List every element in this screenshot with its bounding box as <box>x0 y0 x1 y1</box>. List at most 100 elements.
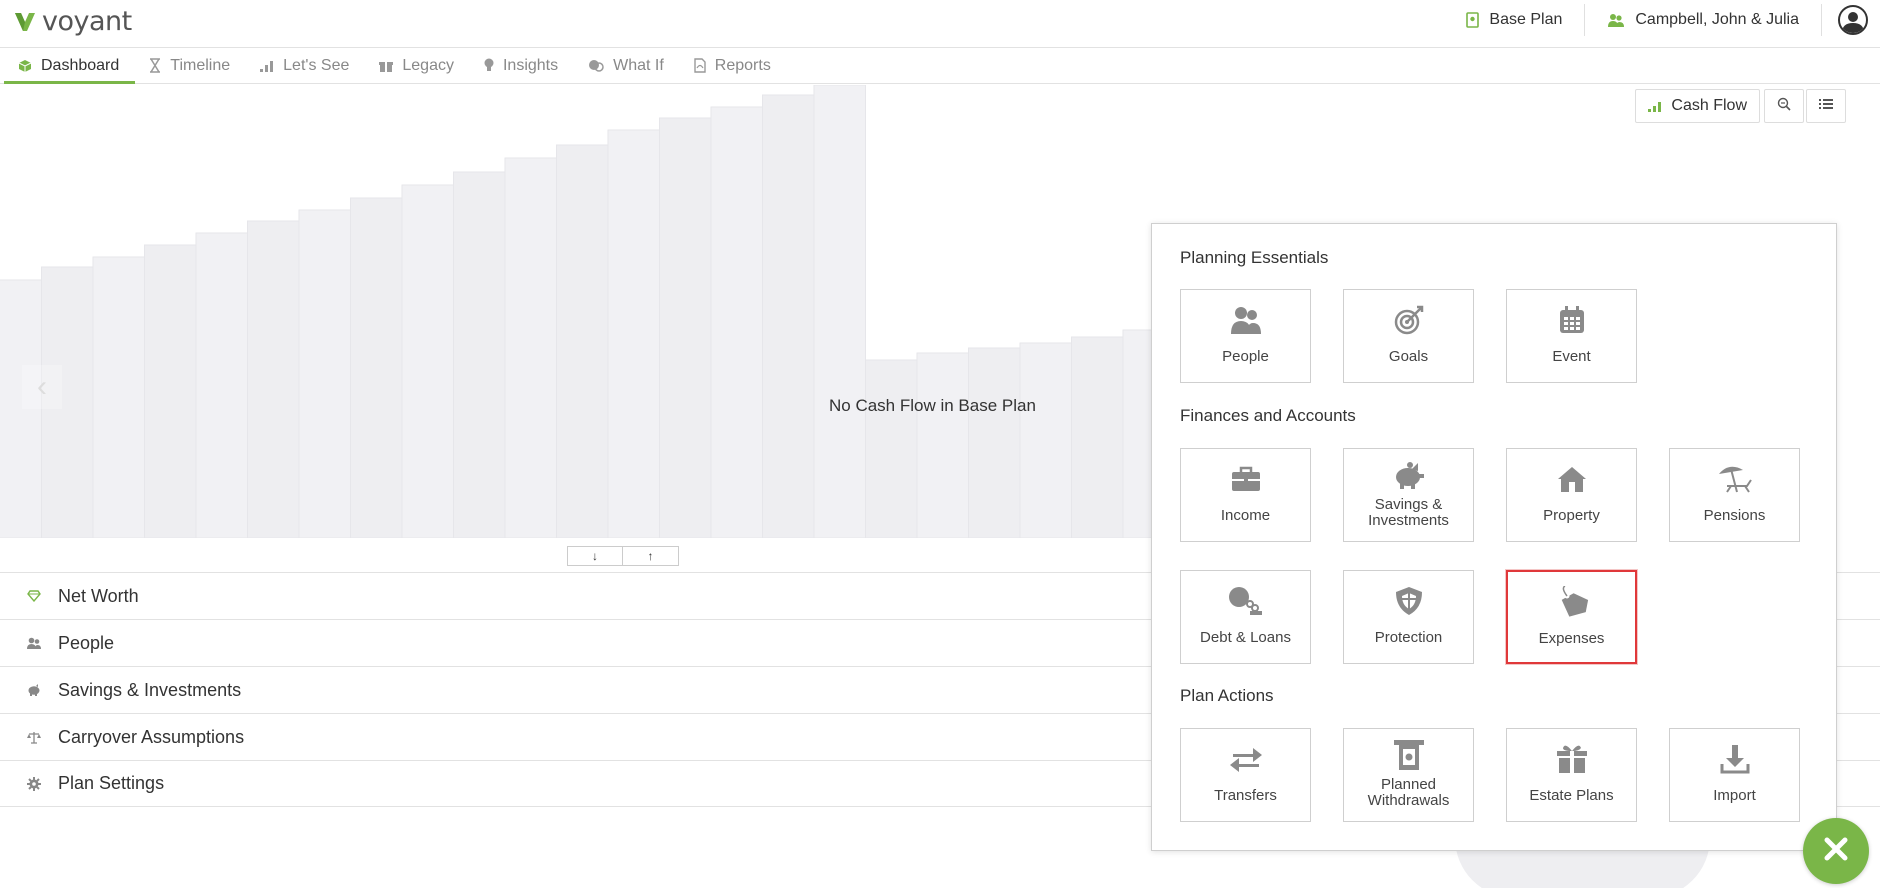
people-icon <box>26 637 42 650</box>
add-transfers-button[interactable]: Transfers <box>1180 728 1311 822</box>
cash-flow-button[interactable]: Cash Flow <box>1635 89 1760 123</box>
section-label: Plan Settings <box>58 773 165 793</box>
target-icon <box>1394 304 1424 336</box>
background-bar <box>350 197 403 538</box>
gear-icon <box>26 776 42 791</box>
background-bar <box>195 232 248 538</box>
add-goals-button[interactable]: Goals <box>1343 289 1474 383</box>
plan-document-icon <box>1466 12 1480 28</box>
add-planned-withdrawals-button[interactable]: Planned Withdrawals <box>1343 728 1474 822</box>
card-label: Expenses <box>1538 630 1605 647</box>
background-bar <box>556 144 609 538</box>
tab-timeline[interactable]: Timeline <box>135 48 246 83</box>
card-label: Import <box>1713 787 1756 804</box>
hourglass-icon <box>149 58 161 73</box>
tab-label: Timeline <box>170 56 231 74</box>
logo-text: voyant <box>42 5 132 37</box>
add-property-button[interactable]: Property <box>1506 448 1637 542</box>
briefcase-icon <box>1231 463 1261 495</box>
chart-previous-arrow-icon[interactable]: ‹ <box>22 365 62 409</box>
card-label: Event <box>1552 348 1591 365</box>
add-event-button[interactable]: Event <box>1506 289 1637 383</box>
user-avatar-icon[interactable] <box>1838 5 1868 35</box>
scales-icon <box>26 731 42 744</box>
card-label: Debt & Loans <box>1200 629 1291 646</box>
section-label: Net Worth <box>58 585 139 606</box>
gift-icon <box>379 59 394 73</box>
expand-down-button[interactable]: ↓ <box>567 546 623 566</box>
beach-icon <box>1717 463 1753 495</box>
background-bar <box>607 129 660 538</box>
chart-toolbar: Cash Flow <box>1635 89 1846 123</box>
plan-label: Base Plan <box>1489 11 1563 28</box>
bar-chart-icon <box>260 60 274 72</box>
background-bar <box>1019 342 1072 538</box>
calendar-icon <box>1558 304 1586 336</box>
tab-legacy[interactable]: Legacy <box>365 48 470 83</box>
download-icon <box>1720 743 1750 775</box>
pdf-icon <box>694 58 706 73</box>
card-label: Planned Withdrawals <box>1367 776 1450 809</box>
piggy-bank-icon <box>1392 459 1426 491</box>
background-bar <box>247 220 300 538</box>
bar-chart-icon <box>1648 101 1662 112</box>
background-bar <box>0 279 42 538</box>
add-protection-button[interactable]: Protection <box>1343 570 1474 664</box>
main-tabs: Dashboard Timeline Let's See Legacy Insi… <box>0 48 1880 84</box>
close-icon <box>1823 836 1849 867</box>
voyant-logo-icon <box>12 8 38 34</box>
card-label: Goals <box>1388 348 1429 365</box>
background-bar <box>1071 336 1124 538</box>
ball-chain-icon <box>1228 585 1264 617</box>
tab-label: Let's See <box>283 56 350 74</box>
tab-reports[interactable]: Reports <box>680 48 787 83</box>
withdrawal-icon <box>1393 739 1424 771</box>
gift-icon <box>1556 743 1587 775</box>
card-label: People <box>1222 348 1269 365</box>
zoom-button[interactable] <box>1764 89 1804 123</box>
tab-lets-see[interactable]: Let's See <box>246 48 365 83</box>
tab-insights[interactable]: Insights <box>470 48 574 83</box>
tab-label: Legacy <box>402 56 454 74</box>
add-debt-loans-button[interactable]: Debt & Loans <box>1180 570 1311 664</box>
cube-icon <box>18 59 32 73</box>
group-title-plan-actions: Plan Actions <box>1180 686 1274 705</box>
client-selector[interactable]: Campbell, John & Julia <box>1585 0 1821 40</box>
shield-icon <box>1395 585 1423 617</box>
zoom-out-icon <box>1777 97 1791 116</box>
client-label: Campbell, John & Julia <box>1635 11 1799 28</box>
section-label: Carryover Assumptions <box>58 726 245 747</box>
background-bar <box>865 359 918 538</box>
add-savings-investments-button[interactable]: Savings & Investments <box>1343 448 1474 542</box>
chart-list-button[interactable] <box>1806 89 1846 123</box>
card-label: Property <box>1543 507 1600 524</box>
add-expenses-button[interactable]: Expenses <box>1506 570 1637 664</box>
diamond-icon <box>26 590 42 602</box>
price-tag-icon <box>1555 586 1589 618</box>
close-panel-button[interactable] <box>1803 818 1869 884</box>
add-import-button[interactable]: Import <box>1669 728 1800 822</box>
add-estate-plans-button[interactable]: Estate Plans <box>1506 728 1637 822</box>
arrow-down-icon: ↓ <box>592 549 598 563</box>
card-label: Protection <box>1374 629 1443 646</box>
add-pensions-button[interactable]: Pensions <box>1669 448 1800 542</box>
tab-what-if[interactable]: What If <box>574 48 680 83</box>
background-bar <box>968 347 1021 538</box>
background-bar <box>710 106 763 538</box>
background-bar <box>916 352 969 538</box>
background-bar <box>659 117 712 538</box>
header-divider <box>1821 4 1822 36</box>
collapse-up-button[interactable]: ↑ <box>623 546 679 566</box>
chart-empty-message: No Cash Flow in Base Plan <box>829 396 1036 415</box>
card-label: Savings & Investments <box>1368 496 1449 529</box>
base-plan-selector[interactable]: Base Plan <box>1444 0 1584 40</box>
card-label: Pensions <box>1703 507 1766 524</box>
add-income-button[interactable]: Income <box>1180 448 1311 542</box>
add-people-button[interactable]: People <box>1180 289 1311 383</box>
card-label: Estate Plans <box>1529 787 1614 804</box>
background-bar <box>144 244 197 538</box>
voyant-logo[interactable]: voyant <box>12 5 132 37</box>
tab-dashboard[interactable]: Dashboard <box>4 48 136 84</box>
add-items-panel: Planning Essentials People Goals Event F… <box>1151 223 1837 851</box>
lightbulb-icon <box>484 58 494 73</box>
